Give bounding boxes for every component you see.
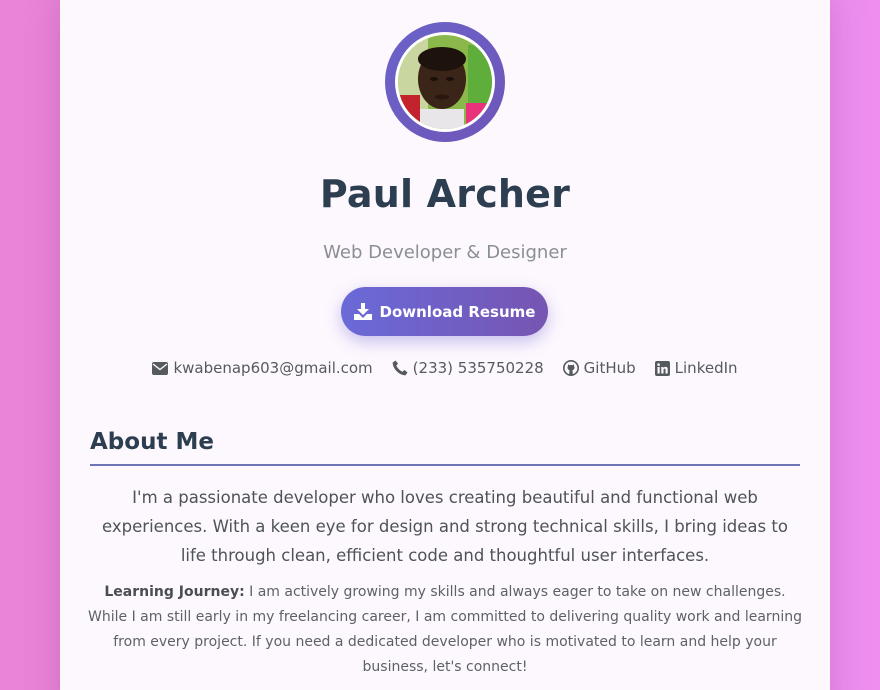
download-resume-label: Download Resume — [379, 302, 536, 321]
github-icon — [562, 360, 579, 376]
profile-title: Web Developer & Designer — [323, 242, 567, 263]
learning-journey-label: Learning Journey: — [104, 584, 245, 600]
contact-github[interactable]: GitHub — [562, 359, 636, 377]
learning-journey-paragraph: Learning Journey: I am actively growing … — [88, 580, 802, 680]
about-heading: About Me — [90, 429, 214, 455]
contact-linkedin[interactable]: LinkedIn — [654, 359, 738, 377]
about-paragraph: I'm a passionate developer who loves cre… — [102, 488, 788, 565]
contact-email[interactable]: kwabenap603@gmail.com — [152, 359, 373, 377]
email-text: kwabenap603@gmail.com — [173, 359, 373, 377]
profile-name: Paul Archer — [319, 172, 571, 216]
envelope-icon — [152, 361, 169, 375]
avatar — [385, 22, 505, 142]
contact-phone[interactable]: (233) 535750228 — [392, 359, 544, 377]
linkedin-icon — [654, 360, 670, 376]
section-divider — [90, 464, 800, 466]
download-icon — [353, 303, 372, 320]
contact-links: kwabenap603@gmail.com (233) 535750228 Gi… — [60, 359, 830, 377]
profile-photo — [398, 35, 492, 129]
phone-icon — [392, 360, 408, 376]
profile-card: Paul Archer Web Developer & Designer Dow… — [60, 0, 830, 690]
phone-text: (233) 535750228 — [412, 359, 544, 377]
linkedin-text: LinkedIn — [674, 359, 738, 377]
download-resume-button[interactable]: Download Resume — [341, 287, 548, 336]
github-text: GitHub — [583, 359, 636, 377]
